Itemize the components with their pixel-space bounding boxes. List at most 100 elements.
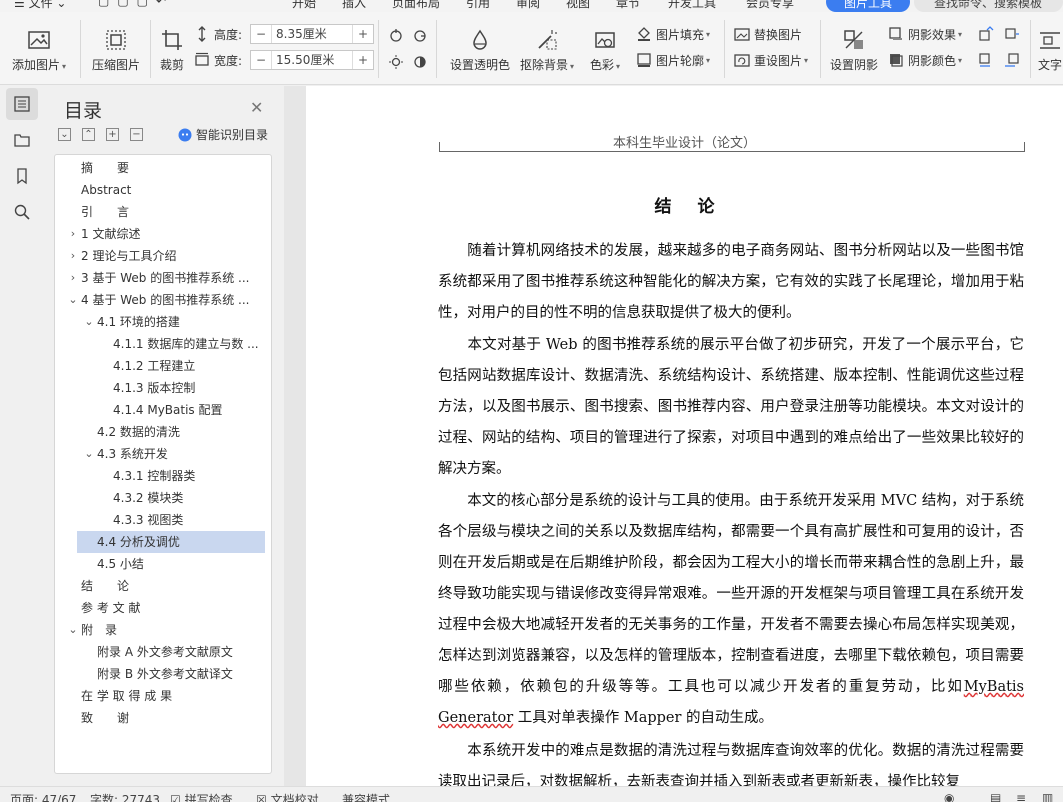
outline-view-icon[interactable]: ≡: [1016, 791, 1026, 802]
nudge-down-icon[interactable]: [978, 52, 994, 68]
toc-item[interactable]: 摘 要: [55, 157, 271, 179]
chapter-nav-button[interactable]: [6, 124, 38, 156]
web-view-icon[interactable]: ▥: [1042, 791, 1053, 802]
chevron-down-icon[interactable]: ⌄: [83, 311, 95, 333]
chevron-right-icon[interactable]: ›: [67, 267, 79, 289]
word-count[interactable]: 字数: 27743: [90, 791, 160, 802]
width-decrease-button[interactable]: −: [251, 53, 271, 67]
checkbox-icon: ☒: [256, 793, 267, 802]
paragraph-1: 随着计算机网络技术的发展，越来越多的电子商务网站、图书分析网站以及一些图书馆系统…: [438, 243, 1024, 321]
tab-insert[interactable]: 插入: [342, 0, 366, 11]
eye-protection-icon[interactable]: ◉: [944, 791, 954, 802]
text-wrap-button[interactable]: 文字: [1038, 26, 1062, 73]
chevron-down-icon[interactable]: ⌄: [67, 619, 79, 641]
toc-item[interactable]: 引 言: [55, 201, 271, 223]
tab-view[interactable]: 视图: [566, 0, 590, 11]
toc-item-selected[interactable]: 4.4 分析及调优: [77, 531, 265, 553]
nudge-right-icon[interactable]: [1004, 26, 1020, 42]
reset-picture-button[interactable]: 重设图片 ▾: [734, 50, 808, 70]
tab-chapter[interactable]: 章节: [616, 0, 640, 11]
add-picture-button[interactable]: 添加图片 ▾: [12, 26, 66, 73]
nudge-up-icon[interactable]: [978, 26, 994, 42]
toc-item[interactable]: 致 谢: [55, 707, 271, 729]
shadow-color-button[interactable]: 阴影颜色 ▾: [888, 50, 962, 70]
replace-picture-button[interactable]: 替换图片: [734, 24, 802, 44]
toc-item[interactable]: › 1 文献综述: [55, 223, 271, 245]
collapse-all-icon[interactable]: ⌄: [58, 128, 71, 141]
tab-developer[interactable]: 开发工具: [668, 0, 716, 11]
contrast-icon[interactable]: [412, 54, 428, 70]
add-heading-icon[interactable]: +: [106, 128, 119, 141]
chevron-down-icon[interactable]: ⌄: [67, 289, 79, 311]
toc-item[interactable]: 参 考 文 献: [55, 597, 271, 619]
crop-button[interactable]: 裁剪: [160, 26, 184, 73]
tab-review[interactable]: 审阅: [516, 0, 540, 11]
rotate-right-icon[interactable]: [412, 28, 428, 44]
height-stepper[interactable]: − 8.35厘米 +: [250, 24, 374, 44]
set-transparent-color-button[interactable]: 设置透明色: [450, 26, 510, 73]
toc-item[interactable]: 4.3.3 视图类: [55, 509, 271, 531]
tab-picture-tools[interactable]: 图片工具: [826, 0, 910, 12]
width-stepper[interactable]: − 15.50厘米 +: [250, 50, 374, 70]
set-shadow-button[interactable]: 设置阴影: [830, 26, 878, 73]
toc-list: 摘 要 Abstract 引 言 › 1 文献综述 › 2 理论与工具介绍 › 3 基于 Web…: [54, 154, 272, 774]
tab-references[interactable]: 引用: [466, 0, 490, 11]
quick-access-icons[interactable]: ▢▢▢↶: [98, 0, 174, 8]
smart-toc-button[interactable]: 智能识别目录: [178, 126, 268, 143]
remove-background-button[interactable]: 抠除背景 ▾: [520, 26, 574, 73]
command-search[interactable]: 查找命令、搜索模板: [914, 0, 1063, 12]
height-decrease-button[interactable]: −: [251, 27, 271, 41]
toc-item[interactable]: › 2 理论与工具介绍: [55, 245, 271, 267]
tab-member[interactable]: 会员专享: [746, 0, 794, 11]
toc-item[interactable]: 4.1.2 工程建立: [55, 355, 271, 377]
toc-item[interactable]: 4.5 小结: [55, 553, 271, 575]
height-increase-button[interactable]: +: [353, 27, 373, 41]
page-view-icon[interactable]: ▤: [990, 791, 1001, 802]
document-page[interactable]: 本科生毕业设计（论文） 结论 随着计算机网络技术的发展，越来越多的电子商务网站、…: [306, 86, 1063, 786]
nudge-left-icon[interactable]: [1004, 52, 1020, 68]
shadow-effect-button[interactable]: 阴影效果 ▾: [888, 24, 962, 44]
color-button[interactable]: 色彩 ▾: [590, 26, 620, 73]
close-icon[interactable]: ✕: [250, 98, 263, 117]
tab-home[interactable]: 开始: [292, 0, 316, 11]
chevron-down-icon[interactable]: ⌄: [83, 443, 95, 465]
picture-fill-button[interactable]: 图片填充 ▾: [636, 24, 710, 44]
chevron-right-icon[interactable]: ›: [67, 245, 79, 267]
rotate-left-icon[interactable]: [388, 28, 404, 44]
toc-item[interactable]: ⌄ 4 基于 Web 的图书推荐系统 ...: [55, 289, 271, 311]
find-nav-button[interactable]: [6, 196, 38, 228]
header-rule: [439, 151, 1025, 152]
toc-item[interactable]: 4.1.1 数据库的建立与数 ...: [55, 333, 271, 355]
panel-divider[interactable]: [284, 86, 306, 786]
toc-item[interactable]: 附录 B 外文参考文献译文: [55, 663, 271, 685]
picture-outline-button[interactable]: 图片轮廓 ▾: [636, 50, 710, 70]
file-menu[interactable]: ☰ 文件 ⌄: [14, 0, 66, 11]
toc-nav-button[interactable]: [6, 88, 38, 120]
toc-item[interactable]: 4.2 数据的清洗: [55, 421, 271, 443]
spellcheck-toggle[interactable]: ☑ 拼写检查: [170, 791, 233, 802]
toc-item[interactable]: 4.1.3 版本控制: [55, 377, 271, 399]
toc-item[interactable]: 4.1.4 MyBatis 配置: [55, 399, 271, 421]
brightness-icon[interactable]: [388, 54, 404, 70]
chevron-right-icon[interactable]: ›: [67, 223, 79, 245]
toc-item[interactable]: ⌄ 4.3 系统开发: [55, 443, 271, 465]
toc-item[interactable]: 结 论: [55, 575, 271, 597]
toc-item[interactable]: › 3 基于 Web 的图书推荐系统 ...: [55, 267, 271, 289]
toc-item[interactable]: ⌄ 附 录: [55, 619, 271, 641]
page-indicator[interactable]: 页面: 47/67: [10, 791, 76, 802]
expand-up-icon[interactable]: ⌃: [82, 128, 95, 141]
toc-item[interactable]: 在 学 取 得 成 果: [55, 685, 271, 707]
toc-item[interactable]: 4.3.2 模块类: [55, 487, 271, 509]
toc-item[interactable]: ⌄ 4.1 环境的搭建: [55, 311, 271, 333]
tab-page-layout[interactable]: 页面布局: [392, 0, 440, 11]
compress-picture-button[interactable]: 压缩图片: [92, 26, 140, 73]
height-value[interactable]: 8.35厘米: [271, 25, 353, 43]
bookmark-nav-button[interactable]: [6, 160, 38, 192]
width-value[interactable]: 15.50厘米: [271, 51, 353, 69]
toc-item[interactable]: 附录 A 外文参考文献原文: [55, 641, 271, 663]
doc-check-toggle[interactable]: ☒ 文档校对: [256, 791, 319, 802]
remove-heading-icon[interactable]: −: [130, 128, 143, 141]
toc-item[interactable]: 4.3.1 控制器类: [55, 465, 271, 487]
width-increase-button[interactable]: +: [353, 53, 373, 67]
toc-item[interactable]: Abstract: [55, 179, 271, 201]
